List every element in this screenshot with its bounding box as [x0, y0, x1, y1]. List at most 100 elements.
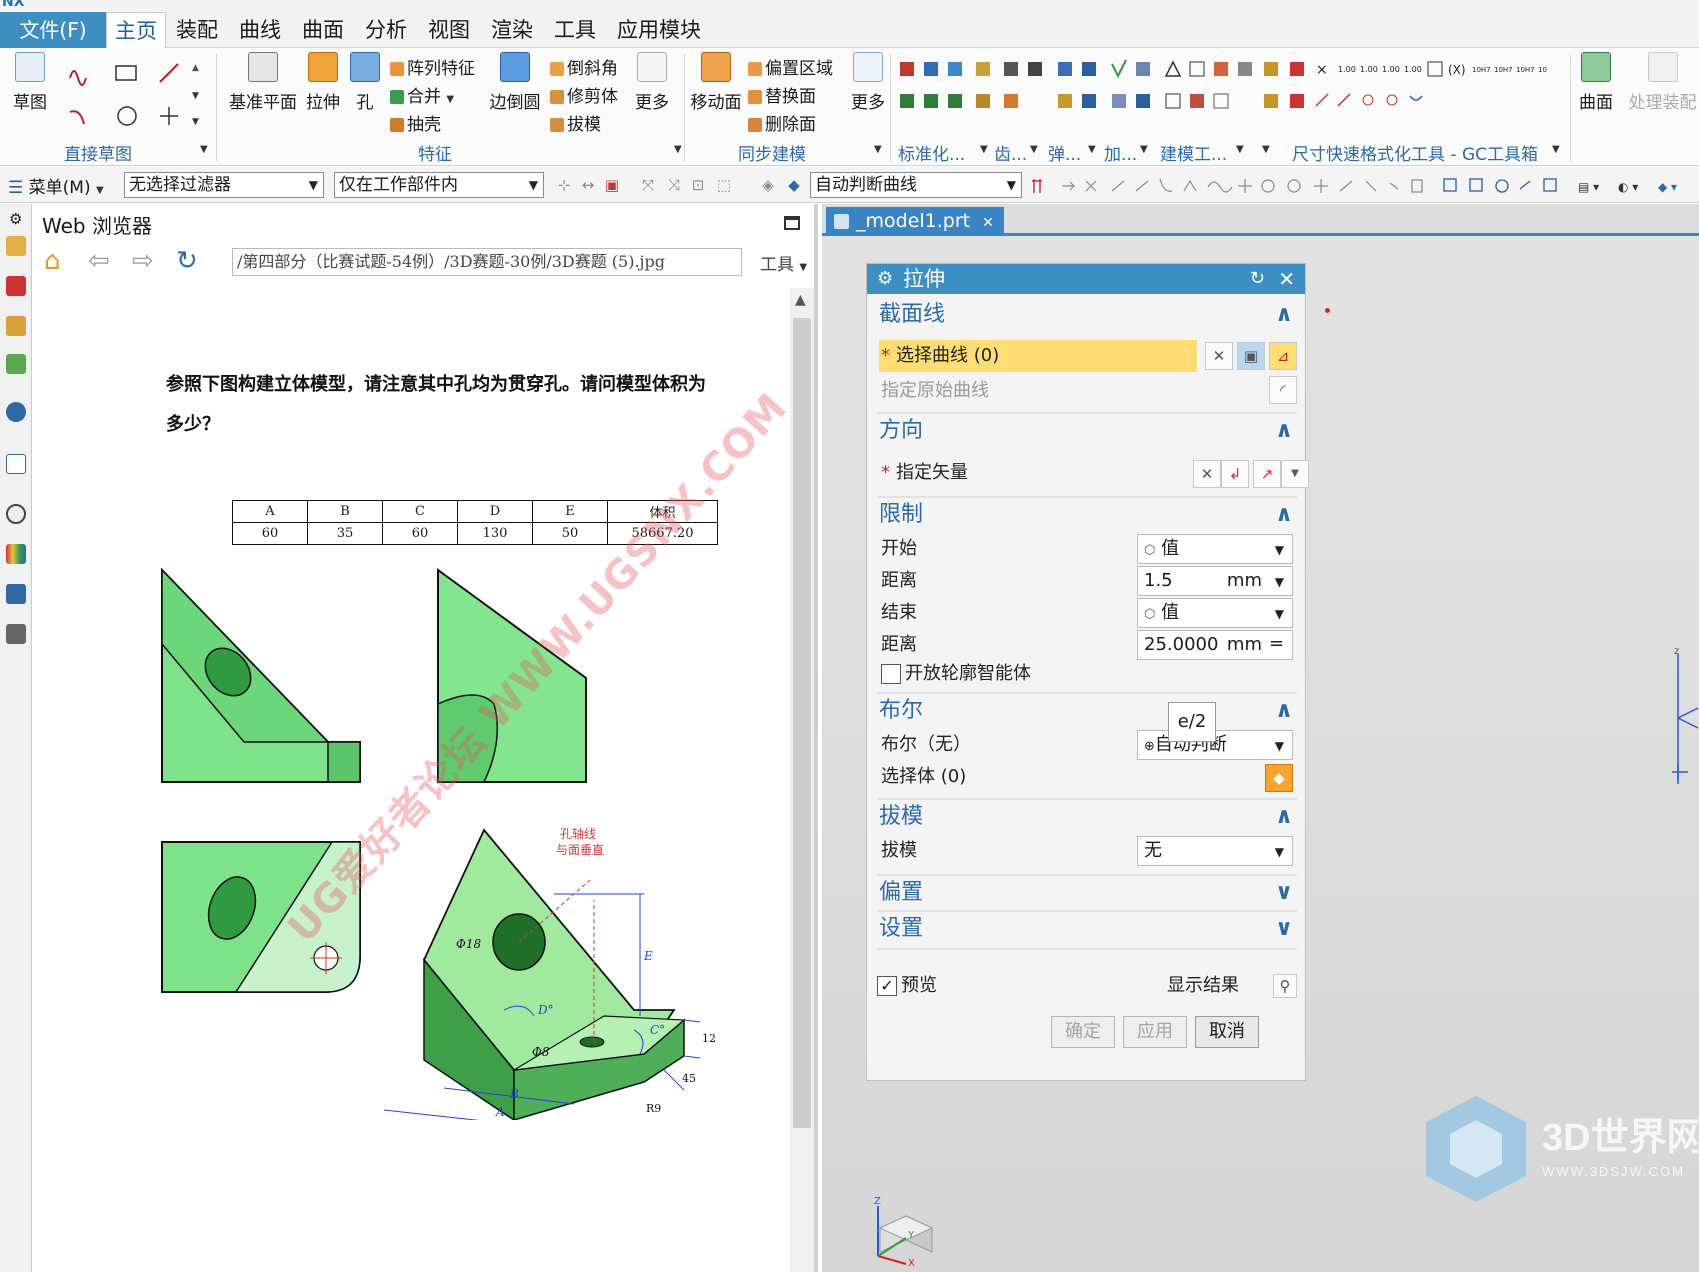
- scope-select[interactable]: 仅在工作部件内: [334, 172, 544, 198]
- tab-view[interactable]: 视图: [428, 12, 470, 48]
- origin-curve-icon[interactable]: ◜: [1269, 376, 1297, 404]
- part-tab[interactable]: _model1.prt ✕: [826, 207, 1004, 236]
- dialog-gear-icon[interactable]: ⚙: [877, 264, 893, 294]
- draft-button[interactable]: 拔模: [550, 110, 601, 135]
- tab-analysis[interactable]: 分析: [365, 12, 407, 48]
- roles-icon[interactable]: [6, 584, 26, 604]
- select-body-icon[interactable]: ◆: [1265, 764, 1293, 792]
- tab-surface[interactable]: 曲面: [302, 12, 344, 48]
- pick-icon[interactable]: ⤧: [640, 177, 656, 193]
- home-icon[interactable]: ⌂: [44, 246, 61, 276]
- web-browser-icon[interactable]: [6, 454, 26, 474]
- tab-tools[interactable]: 工具: [554, 12, 596, 48]
- draft-header[interactable]: 拔模 ∧: [877, 800, 1297, 834]
- tab-application[interactable]: 应用模块: [617, 12, 701, 48]
- settings-gear-icon[interactable]: ⚙: [9, 210, 22, 228]
- vector-dialog-icon[interactable]: ↗: [1253, 460, 1281, 488]
- forward-icon[interactable]: ⇨: [132, 246, 154, 276]
- reverse-direction-icon[interactable]: ↲: [1221, 460, 1249, 488]
- palette-icon[interactable]: [6, 544, 26, 564]
- snap-point-toolbar[interactable]: ▤ ▾ ◐ ▾ ◆ ▾: [1030, 175, 1699, 197]
- direction-header[interactable]: 方向 ∧: [877, 414, 1297, 448]
- sketch-button[interactable]: 草图: [10, 52, 50, 113]
- box-select-icon[interactable]: ⬚: [716, 177, 732, 193]
- select-icon[interactable]: ▣: [604, 177, 620, 193]
- hd3d-icon[interactable]: [6, 402, 26, 422]
- reuse-library-icon[interactable]: [6, 354, 26, 374]
- pick2-icon[interactable]: ⤨: [666, 177, 682, 193]
- body-icon[interactable]: ◆: [786, 177, 802, 193]
- tab-home[interactable]: 主页: [106, 12, 166, 48]
- tool-icon-grid[interactable]: × 1.00 1.00 1.00 1.00 (X) 10H7 10H7 10H7 10: [898, 58, 1578, 128]
- refresh-icon[interactable]: ↻: [176, 246, 198, 276]
- sketch-curve-tools[interactable]: ▲ ▼ ▼: [64, 56, 204, 136]
- unite-button[interactable]: 合并 ▼: [390, 82, 454, 107]
- ok-button[interactable]: 确定: [1051, 1016, 1115, 1048]
- end-distance-input[interactable]: 25.0000 mm: [1137, 630, 1293, 660]
- preview-checkbox[interactable]: ✓: [877, 976, 897, 996]
- section-header[interactable]: 截面线 ∧: [877, 298, 1297, 332]
- open-profile-checkbox[interactable]: [881, 664, 901, 684]
- deselect-icon[interactable]: ✕: [1205, 342, 1233, 370]
- maximize-button[interactable]: [784, 216, 800, 230]
- process-assembly-button[interactable]: 处理装配: [1626, 52, 1699, 113]
- curve-rule-select[interactable]: 自动判断曲线: [810, 172, 1022, 198]
- part-navigator-icon[interactable]: [6, 316, 26, 336]
- start-option-select[interactable]: ⬡ 值: [1137, 534, 1293, 564]
- group-machining[interactable]: 加...: [1104, 140, 1137, 165]
- history-clock-icon[interactable]: [6, 504, 26, 524]
- tools-menu[interactable]: 工具 ▼: [760, 250, 807, 275]
- offset-header[interactable]: 偏置 ∨: [877, 876, 1297, 910]
- trim-body-button[interactable]: 修剪体: [550, 82, 618, 107]
- draft-select[interactable]: 无: [1137, 836, 1293, 866]
- replace-face-button[interactable]: 替换面: [748, 82, 816, 107]
- hole-button[interactable]: 孔: [350, 52, 380, 113]
- end-option-select[interactable]: ⬡ 值: [1137, 598, 1293, 628]
- show-result-icon[interactable]: ⚲: [1273, 974, 1297, 998]
- solid-icon[interactable]: ◈: [760, 177, 776, 193]
- tab-render[interactable]: 渲染: [491, 12, 533, 48]
- curve-section-icon[interactable]: ⊿: [1269, 342, 1297, 370]
- cancel-button[interactable]: 取消: [1195, 1016, 1259, 1048]
- extrude-button[interactable]: 拉伸: [304, 52, 342, 113]
- tab-close-icon[interactable]: ✕: [982, 215, 994, 231]
- reset-icon[interactable]: ↻: [1250, 264, 1265, 294]
- group-gear[interactable]: 齿...: [994, 140, 1027, 165]
- group-gc-toolbox[interactable]: 尺寸快速格式化工具 - GC工具箱: [1292, 140, 1538, 165]
- file-menu[interactable]: 文件(F): [0, 12, 106, 48]
- datum-plane-button[interactable]: 基准平面: [228, 52, 298, 113]
- tab-assembly[interactable]: 装配: [176, 12, 218, 48]
- snap-icon[interactable]: ↔: [580, 177, 596, 193]
- tab-curve[interactable]: 曲线: [239, 12, 281, 48]
- delete-face-button[interactable]: 删除面: [748, 110, 816, 135]
- boolean-header[interactable]: 布尔 ∧: [877, 694, 1297, 728]
- group-spring[interactable]: 弹...: [1048, 140, 1081, 165]
- vector-deselect-icon[interactable]: ✕: [1193, 460, 1221, 488]
- shell-button[interactable]: 抽壳: [390, 110, 441, 135]
- vector-dropdown[interactable]: ▼: [1281, 460, 1309, 488]
- limits-header[interactable]: 限制 ∧: [877, 498, 1297, 532]
- back-icon[interactable]: ⇦: [88, 246, 110, 276]
- system-scene-icon[interactable]: [6, 624, 26, 644]
- start-distance-input[interactable]: 1.5 mm: [1137, 566, 1293, 596]
- url-input[interactable]: /第四部分（比赛试题-54例）/3D赛题-30例/3D赛题 (5).jpg: [232, 248, 742, 276]
- move-face-button[interactable]: 移动面: [688, 52, 744, 113]
- chamfer-button[interactable]: 倒斜角: [550, 54, 618, 79]
- assembly-navigator-icon[interactable]: [6, 236, 26, 256]
- apply-button[interactable]: 应用: [1123, 1016, 1187, 1048]
- scroll-thumb[interactable]: [793, 318, 811, 1128]
- edge-blend-button[interactable]: 边倒圆: [488, 52, 542, 113]
- constraint-navigator-icon[interactable]: [6, 276, 26, 296]
- settings-header[interactable]: 设置 ∨: [877, 912, 1297, 946]
- menu-dropdown[interactable]: ☰ 菜单(M) ▼: [8, 173, 104, 198]
- group-standardize[interactable]: 标准化...: [898, 140, 965, 165]
- browser-scrollbar[interactable]: ▲: [790, 288, 814, 1272]
- pick3-icon[interactable]: ⊡: [690, 177, 706, 193]
- scroll-up-icon[interactable]: ▲: [795, 292, 806, 308]
- type-filter-select[interactable]: 无选择过滤器: [124, 172, 324, 198]
- surface-button[interactable]: 曲面: [1576, 52, 1616, 113]
- pattern-feature-button[interactable]: 阵列特征: [390, 54, 475, 79]
- sync-more-button[interactable]: 更多: [848, 52, 888, 113]
- group-modeling-tools[interactable]: 建模工...: [1160, 140, 1227, 165]
- feature-more-button[interactable]: 更多: [632, 52, 672, 113]
